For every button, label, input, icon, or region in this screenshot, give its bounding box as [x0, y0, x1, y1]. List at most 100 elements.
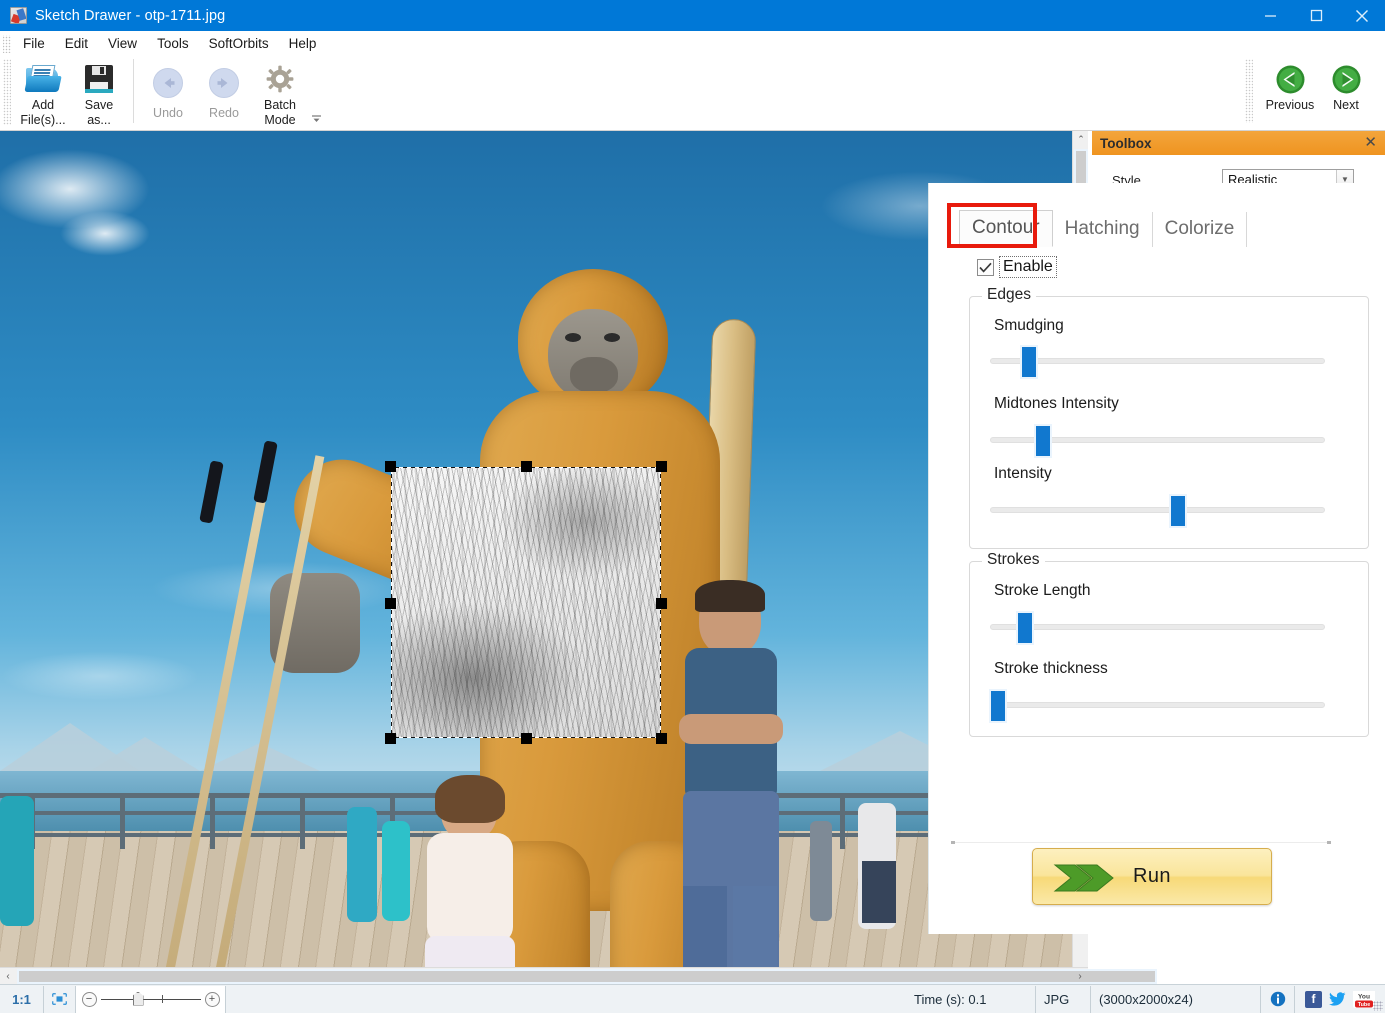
scroll-left-arrow-icon[interactable]: ‹: [0, 968, 16, 985]
background-person: [382, 821, 410, 921]
toolbox-close-icon[interactable]: ✕: [1364, 134, 1377, 152]
menu-tools[interactable]: Tools: [147, 33, 199, 54]
zoom-slider-knob[interactable]: [133, 992, 144, 1006]
intensity-param: Intensity: [970, 465, 1368, 483]
maximize-button[interactable]: [1293, 0, 1339, 31]
intensity-label: Intensity: [994, 465, 1368, 483]
save-as-button[interactable]: Save as...: [71, 56, 127, 128]
previous-button[interactable]: Previous: [1259, 56, 1321, 126]
run-button[interactable]: Run: [1032, 848, 1272, 905]
cloud: [0, 651, 200, 701]
marching-ants-border: [391, 467, 661, 738]
social-links: f You Tube: [1295, 986, 1385, 1013]
title-bar: Sketch Drawer - otp-1711.jpg: [0, 0, 1385, 31]
zoom-slider-track[interactable]: [101, 999, 201, 1000]
window-resize-grip[interactable]: [1373, 1001, 1383, 1011]
processing-time: Time (s): 0.1: [906, 986, 1036, 1013]
background-person: [347, 807, 377, 922]
menu-view[interactable]: View: [98, 33, 147, 54]
add-files-label-line1: Add: [13, 98, 73, 113]
open-folder-icon: [26, 62, 60, 96]
toolbar-separator-2: [1245, 59, 1253, 123]
fit-to-window-icon[interactable]: [44, 986, 76, 1013]
toolbar-overflow-button[interactable]: [310, 113, 323, 127]
midtones-intensity-slider[interactable]: [990, 437, 1325, 443]
enable-label: Enable: [1000, 257, 1056, 277]
redo-arrow-icon: [209, 66, 239, 100]
add-files-label-line2: File(s)...: [13, 113, 73, 128]
zoom-slider-tick: [162, 995, 163, 1003]
selection-handle-e[interactable]: [656, 598, 667, 609]
toolbar-grip[interactable]: [3, 59, 11, 125]
info-icon[interactable]: [1261, 986, 1295, 1013]
selection-handle-nw[interactable]: [385, 461, 396, 472]
toolbar-group-file: Add File(s)... Save as...: [11, 56, 127, 131]
zoom-in-button[interactable]: +: [205, 992, 220, 1007]
zoom-slider-widget[interactable]: − +: [76, 986, 226, 1013]
selection-handle-w[interactable]: [385, 598, 396, 609]
photo-image: [0, 131, 1088, 983]
stroke-length-slider[interactable]: [990, 624, 1325, 630]
selection-handle-se[interactable]: [656, 733, 667, 744]
smudging-slider-thumb[interactable]: [1020, 345, 1038, 379]
twitter-icon[interactable]: [1329, 991, 1346, 1008]
intensity-slider[interactable]: [990, 507, 1325, 513]
tab-colorize[interactable]: Colorize: [1153, 212, 1248, 247]
undo-label: Undo: [138, 106, 198, 121]
zoom-out-button[interactable]: −: [82, 992, 97, 1007]
stroke-thickness-slider[interactable]: [990, 702, 1325, 708]
toolbar-group-navigation: Previous Next: [1259, 56, 1371, 131]
youtube-icon[interactable]: You Tube: [1353, 991, 1375, 1008]
stroke-thickness-param: Stroke thickness: [970, 660, 1368, 678]
toolbox-panel: Contour Hatching Colorize Enable Edges S…: [928, 183, 1385, 934]
redo-button[interactable]: Redo: [196, 56, 252, 126]
midtones-intensity-slider-thumb[interactable]: [1034, 424, 1052, 458]
next-green-arrow-icon: [1331, 62, 1362, 96]
selection-rectangle[interactable]: [391, 467, 661, 738]
canvas-horizontal-scrollbar[interactable]: ‹ ›: [0, 967, 1088, 984]
next-button[interactable]: Next: [1321, 56, 1371, 126]
smudging-slider[interactable]: [990, 358, 1325, 364]
intensity-slider-thumb[interactable]: [1169, 494, 1187, 528]
minimize-button[interactable]: [1247, 0, 1293, 31]
close-button[interactable]: [1339, 0, 1385, 31]
tab-hatching[interactable]: Hatching: [1053, 212, 1153, 247]
background-person: [810, 821, 832, 921]
stroke-length-slider-thumb[interactable]: [1016, 611, 1034, 645]
selection-handle-sw[interactable]: [385, 733, 396, 744]
selection-handle-s[interactable]: [521, 733, 532, 744]
menu-edit[interactable]: Edit: [55, 33, 98, 54]
menu-softorbits[interactable]: SoftOrbits: [199, 33, 279, 54]
save-as-label-line1: Save: [69, 98, 129, 113]
previous-label: Previous: [1257, 98, 1323, 113]
menu-bar: File Edit View Tools SoftOrbits Help: [0, 31, 1385, 56]
window-controls: [1247, 0, 1385, 31]
enable-checkbox[interactable]: [977, 259, 994, 276]
cloud: [60, 211, 150, 256]
selection-handle-n[interactable]: [521, 461, 532, 472]
stroke-thickness-slider-thumb[interactable]: [989, 689, 1007, 723]
girl-figure: [415, 781, 525, 983]
previous-green-arrow-icon: [1275, 62, 1306, 96]
tab-contour[interactable]: Contour: [959, 210, 1053, 247]
batch-mode-button[interactable]: Batch Mode: [252, 56, 308, 128]
image-canvas[interactable]: [0, 131, 1088, 983]
status-spacer: [226, 986, 906, 1013]
menu-help[interactable]: Help: [279, 33, 327, 54]
facebook-icon[interactable]: f: [1305, 991, 1322, 1008]
horizontal-scroll-thumb[interactable]: [17, 969, 1157, 984]
scroll-up-arrow-icon[interactable]: ⌃: [1073, 131, 1089, 148]
enable-checkbox-row[interactable]: Enable: [977, 257, 1056, 277]
undo-button[interactable]: Undo: [140, 56, 196, 126]
menu-grip[interactable]: [3, 35, 11, 53]
toolbox-title-bar: Toolbox ✕: [1092, 131, 1385, 155]
gear-icon: [266, 62, 294, 96]
add-files-button[interactable]: Add File(s)...: [15, 56, 71, 128]
scroll-right-arrow-icon[interactable]: ›: [1072, 968, 1088, 985]
stroke-length-label: Stroke Length: [994, 582, 1368, 600]
image-dimensions: (3000x2000x24): [1091, 986, 1261, 1013]
smudging-label: Smudging: [994, 317, 1368, 335]
strokes-legend: Strokes: [982, 551, 1045, 569]
selection-handle-ne[interactable]: [656, 461, 667, 472]
menu-file[interactable]: File: [13, 33, 55, 54]
